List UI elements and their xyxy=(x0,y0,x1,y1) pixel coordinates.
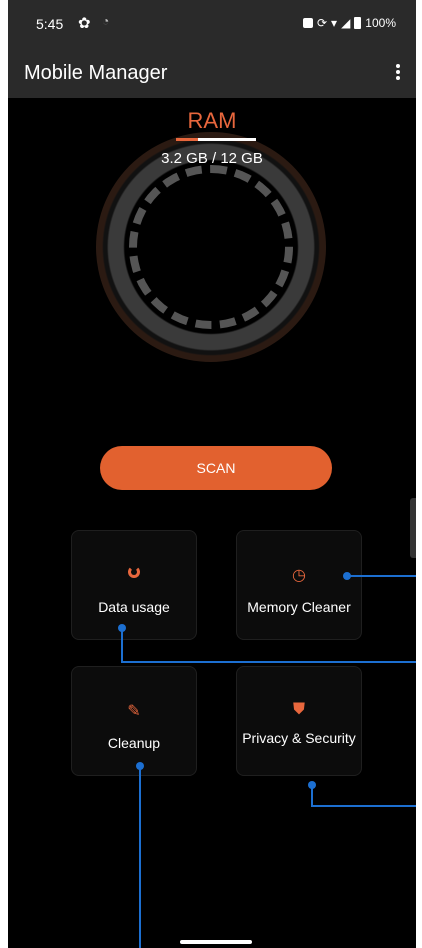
status-bar: 5:45 ✿ ◔ ⟳ ▾ ◢ 100% xyxy=(8,0,416,50)
callout-line-memory-cleaner xyxy=(347,575,416,577)
ram-usage-fill xyxy=(176,138,198,141)
scan-button[interactable]: SCAN xyxy=(100,446,332,490)
callout-line-privacy-v xyxy=(311,785,313,807)
tile-data-usage[interactable]: Data usage xyxy=(71,530,197,640)
ram-value: 3.2 GB / 12 GB xyxy=(161,150,263,167)
ram-usage-bar xyxy=(176,138,256,141)
tile-privacy-security[interactable]: ⛊ Privacy & Security xyxy=(236,666,362,776)
phone-screen: 5:45 ✿ ◔ ⟳ ▾ ◢ 100% Mobile Manager RAM 3… xyxy=(8,0,416,948)
sync-icon: ⟳ xyxy=(316,16,328,30)
callout-line-privacy-h xyxy=(311,805,416,807)
tile-label: Privacy & Security xyxy=(242,730,356,746)
callout-line-data-usage-v xyxy=(121,628,123,662)
edge-panel-handle[interactable] xyxy=(410,498,416,558)
app-bar: Mobile Manager xyxy=(8,50,416,98)
tile-label: Memory Cleaner xyxy=(247,599,351,615)
status-icons: ⟳ ▾ ◢ 100% xyxy=(302,16,396,30)
callout-line-data-usage-h xyxy=(121,661,416,663)
more-vert-icon[interactable] xyxy=(392,62,404,86)
tile-label: Cleanup xyxy=(107,735,161,751)
data-usage-icon xyxy=(72,565,196,583)
broom-icon: ✎ xyxy=(127,703,141,720)
wifi-icon: ◔ xyxy=(102,14,110,28)
ram-label: RAM xyxy=(187,108,237,133)
screen-icon xyxy=(302,18,313,28)
gauge-ticks xyxy=(129,165,293,329)
gesture-nav-bar[interactable] xyxy=(180,940,252,944)
battery-percent: 100% xyxy=(365,16,396,30)
page-title: Mobile Manager xyxy=(24,62,168,84)
cell-signal-icon: ◢ xyxy=(341,16,351,30)
wifi-signal-icon: ▾ xyxy=(331,16,338,30)
battery-icon xyxy=(354,17,362,29)
tile-memory-cleaner[interactable]: ◷ Memory Cleaner xyxy=(236,530,362,640)
tile-cleanup[interactable]: ✎ Cleanup xyxy=(71,666,197,776)
callout-line-cleanup xyxy=(139,766,141,948)
status-time: 5:45 xyxy=(36,16,64,32)
gear-icon: ✿ xyxy=(78,15,91,32)
tile-label: Data usage xyxy=(98,599,170,615)
shield-icon: ⛊ xyxy=(292,701,305,718)
